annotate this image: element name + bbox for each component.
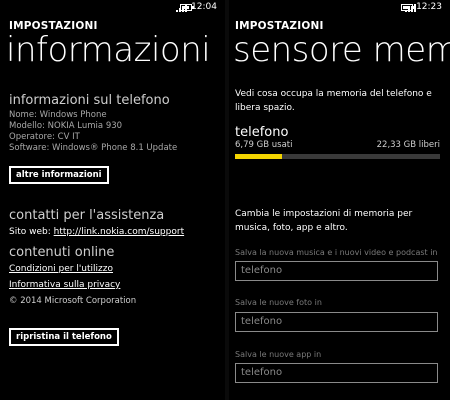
storage-location-label[interactable]: telefono (235, 125, 288, 140)
battery-icon (401, 4, 415, 11)
phone-name: Nome: Windows Phone (9, 110, 107, 120)
about-screen: 12:04 IMPOSTAZIONI informazioni informaz… (0, 0, 225, 400)
terms-link[interactable]: Condizioni per l'utilizzo (9, 264, 113, 274)
privacy-link[interactable]: Informativa sulla privacy (9, 280, 120, 290)
status-bar: 12:23 (229, 0, 450, 14)
support-site-prefix: Sito web: (9, 227, 51, 237)
support-site: Sito web: http://link.nokia.com/support (9, 227, 184, 237)
support-heading: contatti per l'assistenza (9, 208, 165, 223)
photo-save-select[interactable]: telefono (235, 312, 438, 332)
music-save-select[interactable]: telefono (235, 261, 438, 281)
change-settings-text: Cambia le impostazioni di memoria per mu… (235, 209, 413, 233)
storage-usage-bar[interactable] (235, 154, 440, 159)
online-content-heading: contenuti online (9, 245, 115, 260)
status-time: 12:04 (191, 2, 217, 12)
music-save-label: Salva la nuova musica e i nuovi video e … (235, 248, 438, 257)
reset-phone-button[interactable]: ripristina il telefono (9, 328, 119, 346)
storage-usage-fill (235, 154, 283, 159)
app-save-select[interactable]: telefono (235, 363, 438, 383)
phone-operator: Operatore: CV IT (9, 132, 80, 142)
phone-model: Modello: NOKIA Lumia 930 (9, 121, 123, 131)
app-save-label: Salva le nuove app in (235, 350, 322, 359)
page-title: sensore memori (233, 30, 450, 70)
storage-used: 6,79 GB usati (235, 140, 293, 150)
photo-save-label: Salva le nuove foto in (235, 298, 322, 307)
storage-description: Vedi cosa occupa la memoria del telefono… (235, 89, 432, 113)
phone-software: Software: Windows® Phone 8.1 Update (9, 143, 178, 153)
copyright-text: © 2014 Microsoft Corporation (9, 296, 137, 306)
support-site-link[interactable]: http://link.nokia.com/support (54, 227, 184, 237)
phone-info-heading: informazioni sul telefono (9, 93, 170, 108)
status-time: 12:23 (416, 2, 442, 12)
phone-info-list: Nome: Windows Phone Modello: NOKIA Lumia… (9, 110, 177, 154)
storage-sense-screen: 12:23 IMPOSTAZIONI sensore memori Vedi c… (229, 0, 450, 400)
status-bar: 12:04 (0, 0, 225, 14)
more-info-button[interactable]: altre informazioni (9, 166, 109, 184)
storage-free: 22,33 GB liberi (376, 140, 440, 150)
page-title: informazioni (6, 30, 211, 70)
